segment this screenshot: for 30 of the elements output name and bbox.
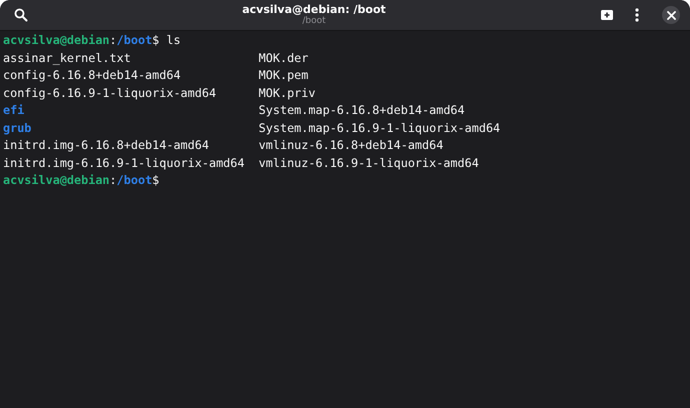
command-text: ls (166, 33, 181, 47)
file-name: assinar_kernel.txt (3, 50, 131, 64)
prompt-path: /boot (116, 173, 152, 187)
prompt-symbol: $ (152, 173, 160, 187)
window-subtitle: /boot (302, 16, 326, 27)
file-name: vmlinuz-6.16.8+deb14-amd64 (258, 138, 444, 152)
prompt-user-host: acvsilva@debian (3, 173, 110, 187)
kebab-menu-icon (635, 8, 639, 22)
file-name: initrd.img-6.16.8+deb14-amd64 (3, 138, 209, 152)
file-name: config-6.16.8+deb14-amd64 (3, 68, 181, 82)
directory-name: efi (3, 103, 24, 117)
prompt-user-host: acvsilva@debian (3, 33, 110, 47)
file-name: System.map-6.16.9-1-liquorix-amd64 (258, 120, 500, 134)
file-name: config-6.16.9-1-liquorix-amd64 (3, 86, 216, 100)
prompt-separator: : (110, 33, 117, 47)
file-name: MOK.pem (258, 68, 308, 82)
directory-name: grub (3, 120, 32, 134)
window-title: acvsilva@debian: /boot (242, 3, 386, 16)
close-button[interactable] (662, 6, 680, 24)
file-name: MOK.priv (258, 86, 316, 100)
file-name: MOK.der (258, 50, 308, 64)
file-name: initrd.img-6.16.9-1-liquorix-amd64 (3, 156, 244, 170)
prompt-path: /boot (116, 33, 152, 47)
prompt-symbol: $ (152, 33, 160, 47)
close-icon (666, 10, 676, 20)
new-tab-icon (600, 9, 614, 21)
search-icon (14, 8, 28, 22)
file-name: System.map-6.16.8+deb14-amd64 (258, 103, 465, 117)
file-name: vmlinuz-6.16.9-1-liquorix-amd64 (258, 156, 479, 170)
prompt-separator: : (110, 173, 117, 187)
